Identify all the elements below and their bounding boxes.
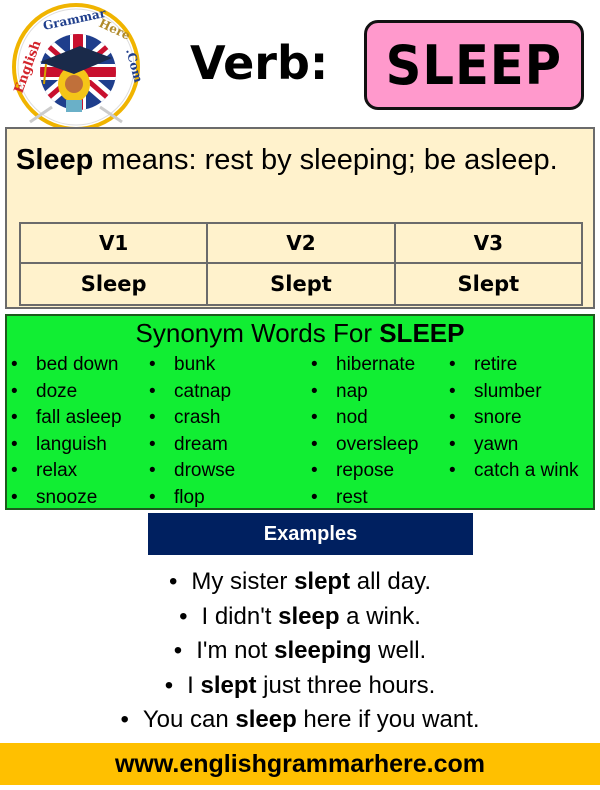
example-verb: slept	[200, 671, 257, 699]
verb-label: Verb:	[190, 36, 329, 90]
synonym-item: nap	[309, 379, 418, 406]
bullet-icon: •	[173, 637, 183, 664]
verb-badge: SLEEP	[364, 20, 584, 110]
synonym-item: retire	[447, 352, 579, 379]
form-header-v1: V1	[18, 222, 209, 264]
example-sentence: • I'm not sleeping well.	[0, 634, 600, 669]
example-verb: sleep	[278, 602, 340, 630]
example-text: a wink.	[339, 602, 421, 630]
synonym-item: bed down	[9, 352, 122, 379]
synonym-column-3: hibernate nap nod oversleep repose rest	[309, 352, 418, 512]
example-text: I'm not	[196, 637, 275, 664]
synonym-item: repose	[309, 458, 418, 485]
synonym-item: hibernate	[309, 352, 418, 379]
synonym-item: languish	[9, 432, 122, 459]
example-verb: slept	[294, 568, 351, 595]
example-text: My sister	[191, 568, 295, 595]
form-header-v3: V3	[393, 222, 584, 264]
form-value-v2: Slept	[206, 262, 396, 306]
synonym-item: catch a wink	[447, 458, 579, 485]
synonym-item: bunk	[147, 352, 235, 379]
synonym-item: fall asleep	[9, 405, 122, 432]
form-value-v1: Sleep	[18, 262, 209, 306]
example-text: You can	[142, 706, 236, 733]
example-text: all day.	[350, 568, 432, 595]
synonym-item: nod	[309, 405, 418, 432]
website-url[interactable]: www.englishgrammarhere.com	[115, 750, 485, 779]
synonym-item: relax	[9, 458, 122, 485]
bullet-icon: •	[120, 706, 129, 733]
synonym-item: slumber	[447, 379, 579, 406]
definition-box: Sleep means: rest by sleeping; be asleep…	[5, 127, 595, 309]
example-sentence: • I slept just three hours.	[0, 669, 600, 704]
site-logo: English Grammar Here .Com	[12, 3, 146, 131]
synonym-item: yawn	[447, 432, 579, 459]
synonym-column-2: bunk catnap crash dream drowse flop	[147, 352, 235, 512]
synonym-item: oversleep	[309, 432, 418, 459]
synonym-item: rest	[309, 485, 418, 512]
definition-word: Sleep	[16, 144, 94, 176]
form-value-v3: Slept	[393, 262, 584, 306]
synonyms-title-prefix: Synonym Words For	[135, 318, 380, 348]
example-text: I	[187, 671, 201, 699]
synonym-item: dream	[147, 432, 235, 459]
bullet-icon: •	[164, 671, 174, 699]
example-sentence: • You can sleep here if you want.	[0, 703, 600, 738]
synonym-item: snore	[447, 405, 579, 432]
synonyms-title: Synonym Words For SLEEP	[7, 318, 593, 349]
synonym-item: crash	[147, 405, 235, 432]
form-header-v2: V2	[206, 222, 396, 264]
example-sentence: • My sister slept all day.	[0, 565, 600, 600]
verb-word: SLEEP	[385, 33, 563, 97]
definition-meaning: means: rest by sleeping; be asleep.	[93, 144, 558, 176]
example-text: well.	[371, 637, 427, 664]
synonym-item: snooze	[9, 485, 122, 512]
example-text: just three hours.	[256, 671, 436, 699]
verb-forms-table: V1 V2 V3 Sleep Slept Slept	[18, 222, 584, 306]
bullet-icon: •	[179, 602, 188, 630]
synonym-column-4: retire slumber snore yawn catch a wink	[447, 352, 579, 485]
examples-list: • My sister slept all day. • I didn't slee…	[0, 565, 600, 738]
example-text: I didn't	[201, 602, 279, 630]
examples-title: Examples	[263, 522, 358, 545]
synonym-item: drowse	[147, 458, 235, 485]
synonym-item: doze	[9, 379, 122, 406]
example-sentence: • I didn't sleep a wink.	[0, 600, 600, 635]
synonym-item: flop	[147, 485, 235, 512]
bullet-icon: •	[168, 568, 178, 595]
footer-banner: www.englishgrammarhere.com	[0, 743, 600, 785]
forms-header-row: V1 V2 V3	[18, 222, 584, 264]
synonyms-title-word: SLEEP	[379, 318, 465, 348]
example-verb: sleep	[235, 706, 297, 733]
examples-header: Examples	[148, 513, 473, 555]
synonym-column-1: bed down doze fall asleep languish relax…	[9, 352, 122, 512]
synonyms-box: Synonym Words For SLEEP bed down doze fa…	[5, 314, 595, 510]
forms-value-row: Sleep Slept Slept	[18, 262, 584, 306]
definition-text: Sleep means: rest by sleeping; be asleep…	[16, 139, 576, 182]
synonym-item: catnap	[147, 379, 235, 406]
example-text: here if you want.	[296, 706, 480, 733]
example-verb: sleeping	[274, 637, 372, 664]
